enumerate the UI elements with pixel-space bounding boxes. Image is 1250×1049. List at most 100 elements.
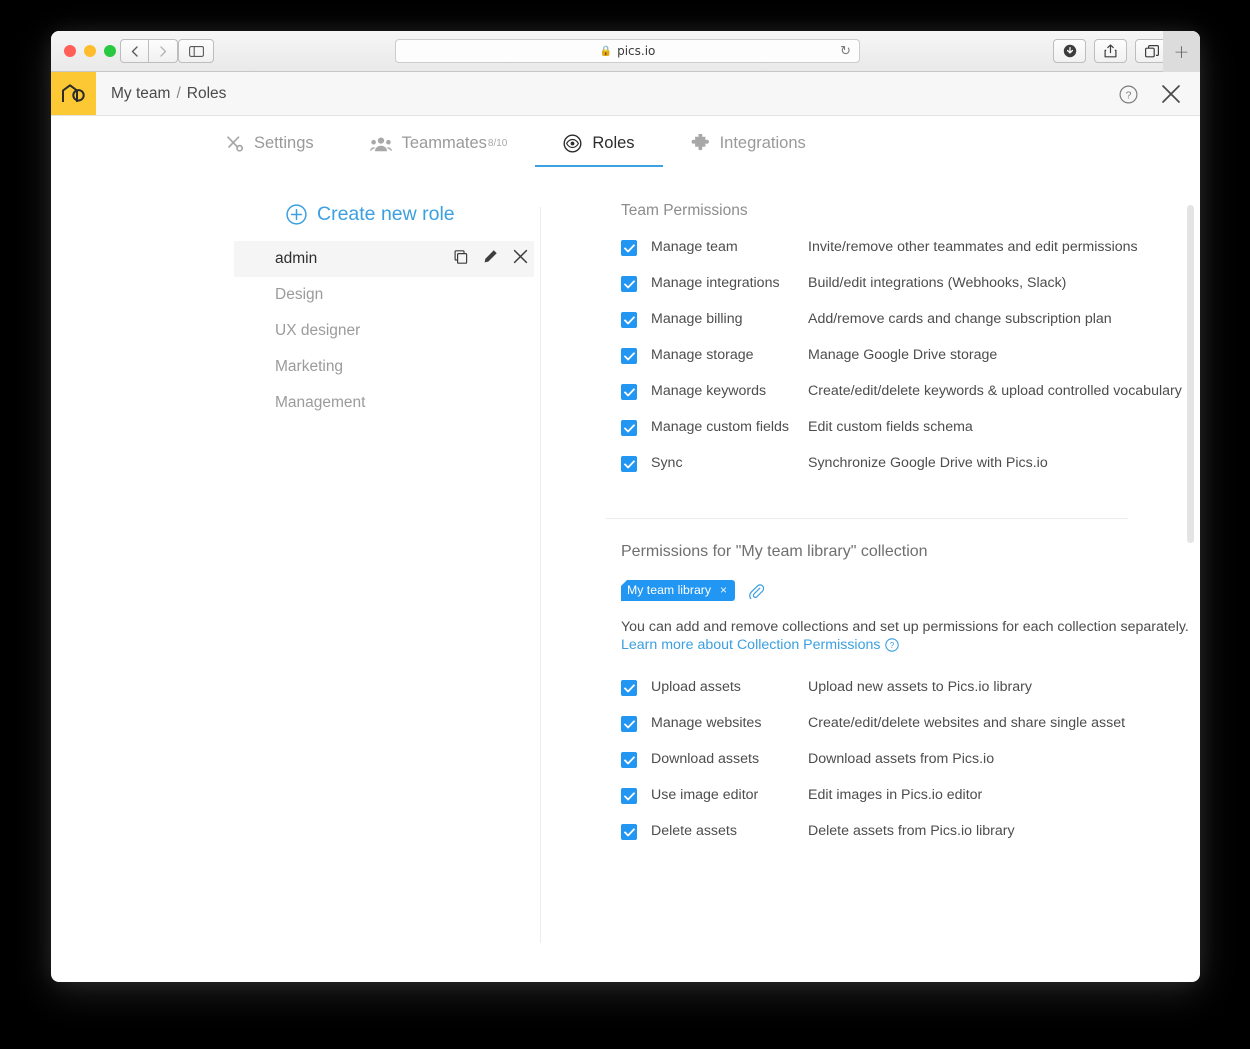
breadcrumb-page: Roles [186, 84, 227, 102]
column-divider [540, 207, 541, 943]
permission-label: Manage team [651, 239, 738, 255]
tab-teammates-label: Teammates [401, 134, 487, 152]
reload-icon[interactable]: ↻ [840, 44, 851, 59]
close-window-button[interactable] [64, 45, 76, 57]
permission-label: Manage custom fields [651, 419, 790, 435]
content-area: Create new role admin Design UX designer… [51, 183, 1200, 943]
collection-chip-row: My team library × [621, 580, 1200, 601]
maximize-window-button[interactable] [104, 45, 116, 57]
collection-permissions-list: Upload assets Upload new assets to Pics.… [621, 679, 1200, 840]
collection-chip[interactable]: My team library × [621, 580, 736, 601]
copy-icon[interactable] [454, 249, 468, 269]
role-item-label: Management [275, 394, 366, 411]
teammates-count: 8/10 [487, 138, 508, 149]
collection-chip-remove-icon[interactable]: × [720, 583, 727, 597]
toolbar-right-buttons [1053, 39, 1168, 63]
tab-integrations[interactable]: Integrations [691, 134, 826, 167]
checkbox-checked-icon[interactable] [621, 752, 637, 768]
close-icon[interactable] [1160, 83, 1182, 105]
team-permissions-list: Manage team Invite/remove other teammate… [621, 239, 1200, 472]
role-item-design[interactable]: Design [234, 277, 534, 313]
checkbox-checked-icon[interactable] [621, 240, 637, 256]
permission-row[interactable]: Download assets Download assets from Pic… [621, 751, 1200, 768]
picsio-logo[interactable] [51, 72, 96, 115]
permission-label: Manage integrations [651, 275, 780, 291]
app-header: My team / Roles ? [51, 72, 1200, 116]
checkbox-checked-icon[interactable] [621, 312, 637, 328]
back-button[interactable] [120, 39, 149, 63]
minimize-window-button[interactable] [84, 45, 96, 57]
permission-row[interactable]: Upload assets Upload new assets to Pics.… [621, 679, 1200, 696]
permission-row[interactable]: Delete assets Delete assets from Pics.io… [621, 823, 1200, 840]
permission-label: Manage storage [651, 347, 754, 363]
close-icon[interactable] [513, 249, 528, 269]
permission-row[interactable]: Manage billing Add/remove cards and chan… [621, 311, 1200, 328]
checkbox-checked-icon[interactable] [621, 276, 637, 292]
nav-buttons [120, 39, 178, 63]
checkbox-checked-icon[interactable] [621, 788, 637, 804]
downloads-button[interactable] [1053, 39, 1086, 63]
svg-text:?: ? [890, 641, 895, 650]
paperclip-icon[interactable] [748, 583, 765, 599]
permission-label: Manage billing [651, 311, 743, 327]
lock-icon: 🔒 [599, 45, 613, 57]
share-icon [1104, 44, 1117, 58]
tab-teammates[interactable]: Teammates 8/10 [369, 134, 528, 167]
checkbox-checked-icon[interactable] [621, 456, 637, 472]
permission-label: Delete assets [651, 823, 737, 839]
tab-overview-icon [1144, 44, 1159, 57]
role-item-label: Marketing [275, 358, 344, 375]
window-traffic-lights [64, 45, 116, 57]
permission-label: Upload assets [651, 679, 741, 695]
permission-row[interactable]: Manage integrations Build/edit integrati… [621, 275, 1200, 292]
permission-row[interactable]: Use image editor Edit images in Pics.io … [621, 787, 1200, 804]
permission-description: Invite/remove other teammates and edit p… [808, 239, 1138, 255]
breadcrumb-team[interactable]: My team [111, 85, 170, 103]
checkbox-checked-icon[interactable] [621, 348, 637, 364]
permission-description: Edit custom fields schema [808, 419, 973, 435]
learn-more-link[interactable]: Learn more about Collection Permissions … [621, 637, 1200, 653]
checkbox-checked-icon[interactable] [621, 384, 637, 400]
tab-bar: Settings Teammates 8/10 Roles Integratio… [51, 116, 1200, 198]
header-actions: ? [1119, 72, 1182, 116]
share-button[interactable] [1094, 39, 1127, 63]
permission-row[interactable]: Manage custom fields Edit custom fields … [621, 419, 1200, 436]
collection-chip-label: My team library [627, 583, 712, 597]
permission-description: Download assets from Pics.io [808, 751, 995, 767]
role-list: admin Design UX designer Marketing Manag… [234, 241, 534, 421]
new-tab-button[interactable]: + [1163, 31, 1200, 72]
tab-roles[interactable]: Roles [535, 134, 663, 167]
permission-row[interactable]: Sync Synchronize Google Drive with Pics.… [621, 455, 1200, 472]
pencil-icon[interactable] [483, 249, 498, 269]
permission-row[interactable]: Manage team Invite/remove other teammate… [621, 239, 1200, 256]
role-item-admin[interactable]: admin [234, 241, 534, 277]
tab-integrations-label: Integrations [719, 134, 806, 152]
url-bar[interactable]: 🔒 pics.io ↻ [395, 39, 860, 63]
breadcrumb: My team / Roles [96, 72, 226, 115]
create-new-role-button[interactable]: Create new role [286, 183, 534, 226]
plus-circle-icon [286, 204, 307, 225]
help-icon[interactable]: ? [1119, 85, 1138, 104]
tab-settings[interactable]: Settings [226, 134, 334, 167]
sidebar-toggle-button[interactable] [178, 39, 214, 63]
create-new-role-label: Create new role [317, 203, 455, 225]
tools-icon [226, 135, 244, 153]
role-item-marketing[interactable]: Marketing [234, 349, 534, 385]
checkbox-checked-icon[interactable] [621, 680, 637, 696]
checkbox-checked-icon[interactable] [621, 420, 637, 436]
role-item-management[interactable]: Management [234, 385, 534, 421]
role-item-ux-designer[interactable]: UX designer [234, 313, 534, 349]
role-item-label: Design [275, 286, 324, 303]
permissions-panel: Team Permissions Manage team Invite/remo… [571, 183, 1200, 943]
permission-label: Use image editor [651, 787, 759, 803]
roles-panel: Create new role admin Design UX designer… [234, 183, 534, 421]
checkbox-checked-icon[interactable] [621, 716, 637, 732]
browser-window: 🔒 pics.io ↻ + My team / Roles ? Settings… [51, 31, 1200, 982]
section-divider [606, 518, 1128, 519]
permission-row[interactable]: Manage keywords Create/edit/delete keywo… [621, 383, 1200, 400]
forward-button[interactable] [149, 39, 178, 63]
checkbox-checked-icon[interactable] [621, 824, 637, 840]
permission-row[interactable]: Manage websites Create/edit/delete websi… [621, 715, 1200, 732]
permission-row[interactable]: Manage storage Manage Google Drive stora… [621, 347, 1200, 364]
team-permissions-title: Team Permissions [621, 202, 748, 219]
